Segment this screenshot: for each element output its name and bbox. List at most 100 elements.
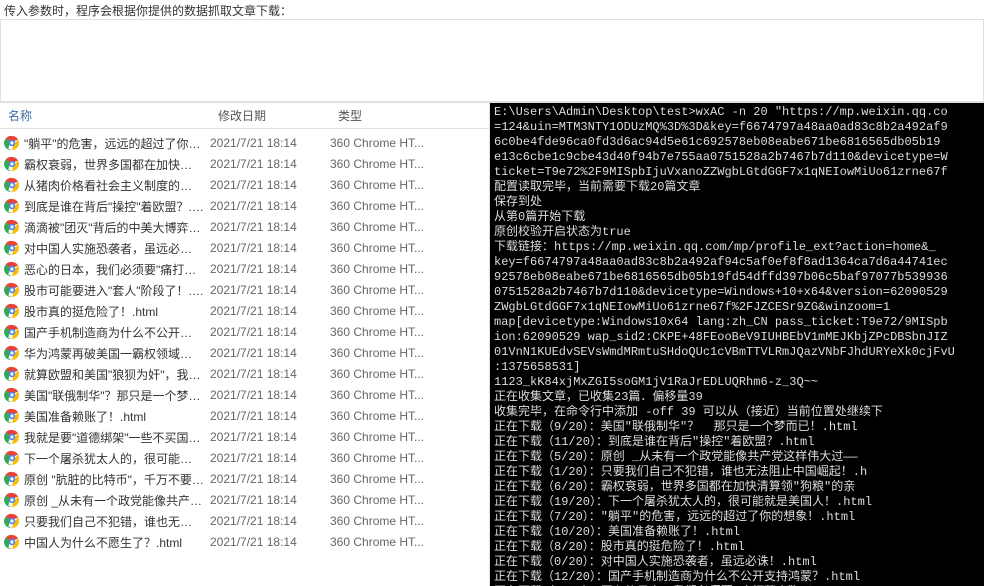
file-date: 2021/7/21 18:14 — [210, 220, 330, 234]
terminal-line: ion:62090529 wap_sid2:CKPE+48FEooBeV9IUH… — [494, 330, 980, 345]
terminal-line: 从第0篇开始下载 — [494, 210, 980, 225]
file-row[interactable]: 我就是要"道德绑架"一些不买国产商品的...2021/7/21 18:14360… — [0, 427, 489, 448]
top-label: 传入参数时，程序会根据你提供的数据抓取文章下载： — [0, 0, 984, 19]
file-name: 股市可能要进入"套人"阶段了！.html — [24, 282, 204, 299]
file-name: 就算欧盟和美国"狼狈为奸"，我们也不怕... — [24, 366, 204, 383]
file-name: 中国人为什么不愿生了？.html — [24, 534, 182, 551]
file-date: 2021/7/21 18:14 — [210, 388, 330, 402]
file-date: 2021/7/21 18:14 — [210, 241, 330, 255]
file-list[interactable]: "躺平"的危害，远远的超过了你的想象！...2021/7/21 18:14360… — [0, 129, 489, 586]
terminal-line: 92578eb08eabe671be6816565db05b19fd54dffd… — [494, 270, 980, 285]
file-type: 360 Chrome HT... — [330, 283, 485, 297]
file-type: 360 Chrome HT... — [330, 136, 485, 150]
terminal-line: 正在下载（7/20）："躺平"的危害，远远的超过了你的想象！.html — [494, 510, 980, 525]
chrome-html-icon — [4, 513, 20, 529]
chrome-html-icon — [4, 177, 20, 193]
file-date: 2021/7/21 18:14 — [210, 346, 330, 360]
file-type: 360 Chrome HT... — [330, 157, 485, 171]
terminal-line: =124&uin=MTM3NTY1ODUzMQ%3D%3D&key=f66747… — [494, 120, 980, 135]
terminal-line: 正在下载（12/20）：国产手机制造商为什么不公开支持鸿蒙？.html — [494, 570, 980, 585]
column-header-type[interactable]: 类型 — [330, 107, 489, 124]
file-row[interactable]: 从猪肉价格看社会主义制度的优越性！.h... 2021/7/21 18:14360… — [0, 175, 489, 196]
file-date: 2021/7/21 18:14 — [210, 325, 330, 339]
terminal-line: 原创校验开启状态为true — [494, 225, 980, 240]
file-date: 2021/7/21 18:14 — [210, 367, 330, 381]
file-date: 2021/7/21 18:14 — [210, 283, 330, 297]
file-date: 2021/7/21 18:14 — [210, 493, 330, 507]
file-name: 到底是谁在背后"操控"着欧盟？.html — [24, 198, 204, 215]
file-type: 360 Chrome HT... — [330, 346, 485, 360]
file-name: 对中国人实施恐袭者，虽远必诛！.html — [24, 240, 204, 257]
chrome-html-icon — [4, 324, 20, 340]
file-row[interactable]: 霸权衰弱，世界多国都在加快清算领"狗...2021/7/21 18:14360 … — [0, 154, 489, 175]
column-header-date[interactable]: 修改日期 — [210, 107, 330, 124]
terminal-line: 正在下载（9/20）：美国"联俄制华"？ 那只是一个梦而已！.html — [494, 420, 980, 435]
file-row[interactable]: 恶心的日本，我们必须要"痛打落水狗"！...2021/7/21 18:14360… — [0, 259, 489, 280]
file-row[interactable]: 国产手机制造商为什么不公开支持鸿蒙？...2021/7/21 18:14360 … — [0, 322, 489, 343]
file-row[interactable]: 下一个屠杀犹太人的，很可能就是美国人...2021/7/21 18:14360 … — [0, 448, 489, 469]
chrome-html-icon — [4, 156, 20, 172]
file-type: 360 Chrome HT... — [330, 199, 485, 213]
file-type: 360 Chrome HT... — [330, 262, 485, 276]
terminal-line: 0751528a2b7467b7d110&devicetype=Windows+… — [494, 285, 980, 300]
chrome-html-icon — [4, 135, 20, 151]
file-row[interactable]: 美国准备赖账了！.html2021/7/21 18:14360 Chrome H… — [0, 406, 489, 427]
chrome-html-icon — [4, 387, 20, 403]
file-row[interactable]: 对中国人实施恐袭者，虽远必诛！.html2021/7/21 18:14360 C… — [0, 238, 489, 259]
terminal-line: ticket=T9e72%2F9MISpbIjuVxanoZZWgbLGtdGG… — [494, 165, 980, 180]
terminal-output[interactable]: E:\Users\Admin\Desktop\test>wxAC -n 20 "… — [490, 103, 984, 586]
chrome-html-icon — [4, 366, 20, 382]
file-date: 2021/7/21 18:14 — [210, 199, 330, 213]
file-type: 360 Chrome HT... — [330, 325, 485, 339]
file-row[interactable]: 美国"联俄制华"？那只是一个梦而已！.h...2021/7/21 18:1436… — [0, 385, 489, 406]
terminal-line: 正在下载（11/20）：到底是谁在背后"操控"着欧盟？.html — [494, 435, 980, 450]
terminal-line: 保存到处 — [494, 195, 980, 210]
file-name: 美国准备赖账了！.html — [24, 408, 146, 425]
file-name: 滴滴被"团灭"背后的中美大博弈！.html — [24, 219, 204, 236]
chrome-html-icon — [4, 492, 20, 508]
file-type: 360 Chrome HT... — [330, 451, 485, 465]
terminal-line: 正在下载（10/20）：美国准备赖账了！.html — [494, 525, 980, 540]
chrome-html-icon — [4, 471, 20, 487]
terminal-line: 6c0be4fde96ca0fd3d6ac94d5e61c692578eb08e… — [494, 135, 980, 150]
file-explorer: 名称 修改日期 类型 "躺平"的危害，远远的超过了你的想象！...2021/7/… — [0, 103, 490, 586]
terminal-line: e13c6cbe1c9cbe43d40f94b7e755aa0751528a2b… — [494, 150, 980, 165]
file-row[interactable]: 滴滴被"团灭"背后的中美大博弈！.html2021/7/21 18:14360 … — [0, 217, 489, 238]
file-row[interactable]: 股市可能要进入"套人"阶段了！.html 2021/7/21 18:14360 C… — [0, 280, 489, 301]
file-type: 360 Chrome HT... — [330, 472, 485, 486]
file-type: 360 Chrome HT... — [330, 430, 485, 444]
file-name: 我就是要"道德绑架"一些不买国产商品的... — [24, 429, 204, 446]
chrome-html-icon — [4, 282, 20, 298]
file-name: 美国"联俄制华"？那只是一个梦而已！.h... — [24, 387, 204, 404]
file-row[interactable]: 中国人为什么不愿生了？.html2021/7/21 18:14360 Chrom… — [0, 532, 489, 553]
file-row[interactable]: "躺平"的危害，远远的超过了你的想象！...2021/7/21 18:14360… — [0, 133, 489, 154]
file-row[interactable]: 就算欧盟和美国"狼狈为奸"，我们也不怕...2021/7/21 18:14360… — [0, 364, 489, 385]
chrome-html-icon — [4, 534, 20, 550]
file-row[interactable]: 股市真的挺危险了！.html2021/7/21 18:14360 Chrome … — [0, 301, 489, 322]
terminal-line: E:\Users\Admin\Desktop\test>wxAC -n 20 "… — [494, 105, 980, 120]
file-row[interactable]: 华为鸿蒙再破美国一霸权领域，但中美技...2021/7/21 18:14360 … — [0, 343, 489, 364]
chrome-html-icon — [4, 450, 20, 466]
file-type: 360 Chrome HT... — [330, 514, 485, 528]
file-name: 原创 "肮脏的比特币"，千万不要碰！.h... — [24, 471, 204, 488]
file-type: 360 Chrome HT... — [330, 178, 485, 192]
terminal-line: :1375658531] — [494, 360, 980, 375]
file-row[interactable]: 原创 "肮脏的比特币"，千万不要碰！.h...2021/7/21 18:1436… — [0, 469, 489, 490]
params-textarea[interactable] — [0, 19, 984, 102]
terminal-line: map[devicetype:Windows10x64 lang:zh_CN p… — [494, 315, 980, 330]
file-date: 2021/7/21 18:14 — [210, 178, 330, 192]
file-name: 从猪肉价格看社会主义制度的优越性！.h... — [24, 177, 204, 194]
chrome-html-icon — [4, 219, 20, 235]
file-date: 2021/7/21 18:14 — [210, 304, 330, 318]
file-name: 股市真的挺危险了！.html — [24, 303, 158, 320]
terminal-line: 下载链接：https://mp.weixin.qq.com/mp/profile… — [494, 240, 980, 255]
file-row[interactable]: 原创 _从未有一个政党能像共产党这样伟...2021/7/21 18:14360… — [0, 490, 489, 511]
terminal-line: 正在下载（8/20）：股市真的挺危险了！.html — [494, 540, 980, 555]
terminal-line: key=f6674797a48aa0ad83c8b2a492af94c5af0e… — [494, 255, 980, 270]
file-row[interactable]: 到底是谁在背后"操控"着欧盟？.html 2021/7/21 18:14360 C… — [0, 196, 489, 217]
file-type: 360 Chrome HT... — [330, 535, 485, 549]
terminal-line: 配置读取完毕，当前需要下载20篇文章 — [494, 180, 980, 195]
file-date: 2021/7/21 18:14 — [210, 451, 330, 465]
file-row[interactable]: 只要我们自己不犯错，谁也无法阻止中国...2021/7/21 18:14360 … — [0, 511, 489, 532]
column-header-name[interactable]: 名称 — [0, 107, 210, 124]
